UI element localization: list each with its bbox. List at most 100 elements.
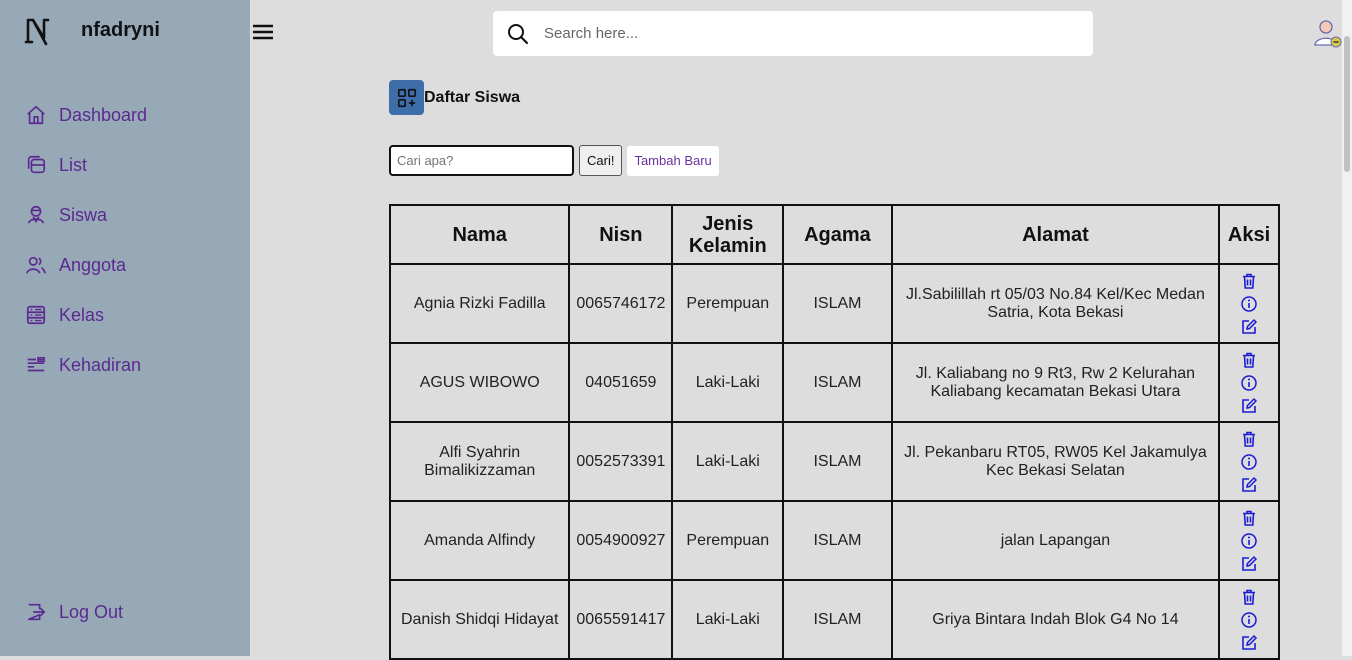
edit-icon[interactable] bbox=[1240, 476, 1258, 494]
cell-nama: Agnia Rizki Fadilla bbox=[388, 263, 571, 344]
trash-icon[interactable] bbox=[1240, 509, 1258, 527]
search-input[interactable] bbox=[542, 24, 1066, 43]
column-header-alamat[interactable]: Alamat bbox=[890, 204, 1221, 265]
logout-button[interactable]: Log Out bbox=[25, 601, 123, 623]
n-logo-icon bbox=[24, 16, 52, 46]
cell-aksi bbox=[1218, 421, 1280, 502]
info-icon[interactable] bbox=[1240, 374, 1258, 392]
files-icon bbox=[25, 154, 47, 176]
trash-icon[interactable] bbox=[1240, 351, 1258, 369]
page-title: Daftar Siswa bbox=[424, 88, 521, 106]
cell-nisn: 0052573391 bbox=[568, 421, 674, 502]
trash-icon[interactable] bbox=[1240, 430, 1258, 448]
cell-agama: ISLAM bbox=[782, 342, 893, 423]
edit-icon[interactable] bbox=[1240, 397, 1258, 415]
search-button[interactable]: Cari! bbox=[579, 145, 623, 176]
sidebar-item-label: List bbox=[59, 154, 88, 175]
cell-alamat: Griya Bintara Indah Blok G4 No 14 bbox=[890, 579, 1221, 660]
cell-aksi bbox=[1218, 263, 1280, 344]
global-search bbox=[493, 11, 1093, 56]
cell-nama: Danish Shidqi Hidayat bbox=[388, 579, 571, 660]
table-row: Alfi Syahrin Bimalikizzaman 0052573391 Lak… bbox=[388, 421, 1280, 502]
sidebar-item-label: Siswa bbox=[59, 204, 108, 225]
server-icon bbox=[25, 304, 47, 326]
sidebar-item-label: Dashboard bbox=[59, 104, 148, 125]
cell-agama: ISLAM bbox=[782, 263, 893, 344]
edit-icon[interactable] bbox=[1240, 555, 1258, 573]
sidebar-item-siswa[interactable]: Siswa bbox=[25, 204, 107, 226]
home-icon bbox=[25, 104, 47, 126]
cell-nisn: 04051659 bbox=[568, 342, 674, 423]
cell-jenis-kelamin: Laki-Laki bbox=[671, 342, 785, 423]
sidebar-item-anggota[interactable]: Anggota bbox=[25, 254, 126, 276]
cell-jenis-kelamin: Laki-Laki bbox=[671, 579, 785, 660]
table-row: Agnia Rizki Fadilla 0065746172 Perempuan IS… bbox=[388, 263, 1280, 344]
sidebar-item-list[interactable]: List bbox=[25, 154, 87, 176]
cell-alamat: Jl.Sabilillah rt 05/03 No.84 Kel/Kec Med… bbox=[890, 263, 1221, 344]
brand-name: nfadryni bbox=[81, 19, 160, 41]
sidebar-item-dashboard[interactable]: Dashboard bbox=[25, 104, 147, 126]
cell-jenis-kelamin: Perempuan bbox=[671, 263, 785, 344]
student-search-input[interactable] bbox=[389, 145, 574, 176]
column-header-nama[interactable]: Nama bbox=[388, 204, 571, 265]
info-icon[interactable] bbox=[1240, 532, 1258, 550]
user-avatar-icon[interactable] bbox=[1313, 18, 1343, 48]
sidebar-item-kelas[interactable]: Kelas bbox=[25, 304, 104, 326]
sidebar-item-kehadiran[interactable]: Kehadiran bbox=[25, 354, 141, 376]
row-actions bbox=[1220, 351, 1278, 415]
cell-nama: AGUS WIBOWO bbox=[388, 342, 571, 423]
table-row: Amanda Alfindy 0054900927 Perempuan ISLAM ja… bbox=[388, 500, 1280, 581]
search-icon[interactable] bbox=[507, 23, 529, 45]
sidebar: nfadryni Dashboard List Siswa Anggota Ke… bbox=[0, 0, 250, 656]
grid-add-icon bbox=[389, 80, 424, 115]
table-row: AGUS WIBOWO 04051659 Laki-Laki ISLAM Jl. Kal… bbox=[388, 342, 1280, 423]
cell-alamat: jalan Lapangan bbox=[890, 500, 1221, 581]
row-actions bbox=[1220, 588, 1278, 652]
info-icon[interactable] bbox=[1240, 611, 1258, 629]
row-actions bbox=[1220, 430, 1278, 494]
add-new-button[interactable]: Tambah Baru bbox=[627, 145, 719, 176]
column-header-agama[interactable]: Agama bbox=[782, 204, 893, 265]
cell-nisn: 0065591417 bbox=[568, 579, 674, 660]
edit-icon[interactable] bbox=[1240, 318, 1258, 336]
sidebar-item-label: Kehadiran bbox=[59, 354, 142, 375]
table-controls: Cari! Tambah Baru bbox=[389, 145, 719, 176]
cell-jenis-kelamin: Laki-Laki bbox=[671, 421, 785, 502]
cell-nama: Amanda Alfindy bbox=[388, 500, 571, 581]
brand[interactable]: nfadryni bbox=[24, 16, 160, 46]
cell-aksi bbox=[1218, 500, 1280, 581]
column-header-aksi: Aksi bbox=[1218, 204, 1280, 265]
users-icon bbox=[25, 254, 47, 276]
edit-icon[interactable] bbox=[1240, 634, 1258, 652]
cell-nisn: 0054900927 bbox=[568, 500, 674, 581]
scrollbar-thumb[interactable] bbox=[1344, 36, 1350, 172]
row-actions bbox=[1220, 272, 1278, 336]
cell-agama: ISLAM bbox=[782, 579, 893, 660]
sidebar-item-label: Kelas bbox=[59, 304, 105, 325]
column-header-jenis-kelamin[interactable]: Jenis Kelamin bbox=[671, 204, 785, 265]
trash-icon[interactable] bbox=[1240, 588, 1258, 606]
row-actions bbox=[1220, 509, 1278, 573]
page-header: Daftar Siswa bbox=[389, 80, 520, 115]
cell-agama: ISLAM bbox=[782, 421, 893, 502]
hamburger-menu-icon[interactable] bbox=[251, 22, 275, 42]
info-icon[interactable] bbox=[1240, 453, 1258, 471]
students-table: Nama Nisn Jenis Kelamin Agama Alamat Aks… bbox=[388, 204, 1280, 660]
page-scrollbar[interactable] bbox=[1342, 0, 1352, 656]
cell-alamat: Jl. Kaliabang no 9 Rt3, Rw 2 Kelurahan K… bbox=[890, 342, 1221, 423]
cell-alamat: Jl. Pekanbaru RT05, RW05 Kel Jakamulya K… bbox=[890, 421, 1221, 502]
cell-nama: Alfi Syahrin Bimalikizzaman bbox=[388, 421, 571, 502]
table-header-row: Nama Nisn Jenis Kelamin Agama Alamat Aks… bbox=[388, 204, 1280, 265]
student-icon bbox=[25, 204, 47, 226]
cell-aksi bbox=[1218, 342, 1280, 423]
logout-label: Log Out bbox=[59, 601, 124, 622]
cell-nisn: 0065746172 bbox=[568, 263, 674, 344]
logout-icon bbox=[25, 601, 47, 623]
table-row: Danish Shidqi Hidayat 0065591417 Laki-Laki… bbox=[388, 579, 1280, 660]
trash-icon[interactable] bbox=[1240, 272, 1258, 290]
sidebar-item-label: Anggota bbox=[59, 254, 127, 275]
column-header-nisn[interactable]: Nisn bbox=[568, 204, 674, 265]
list-icon bbox=[25, 354, 47, 376]
cell-agama: ISLAM bbox=[782, 500, 893, 581]
info-icon[interactable] bbox=[1240, 295, 1258, 313]
